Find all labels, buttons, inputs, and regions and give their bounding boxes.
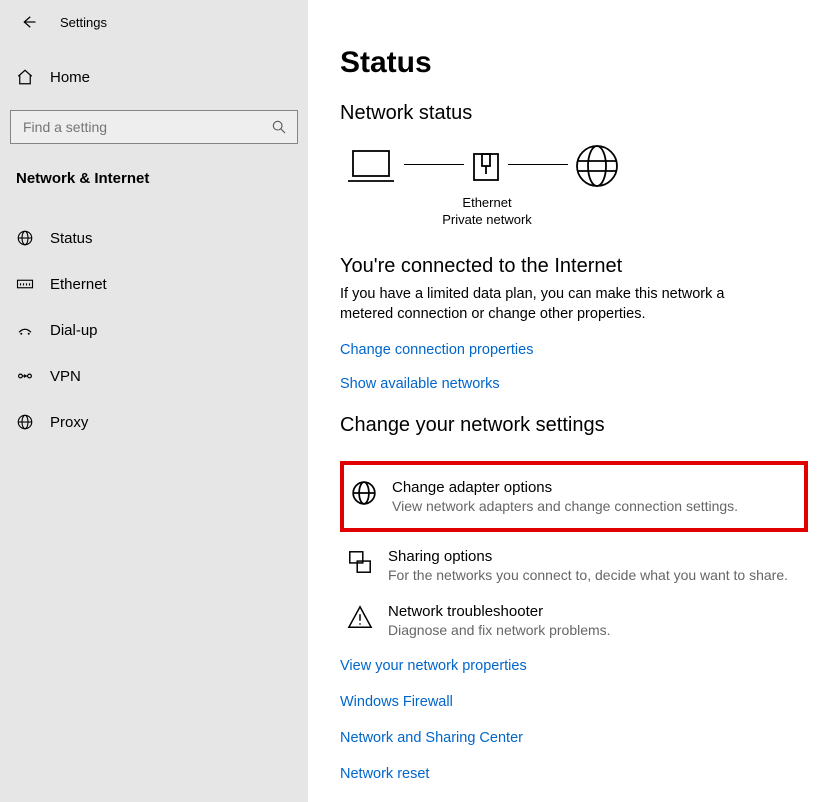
home-label: Home <box>50 69 90 86</box>
sidebar-item-label: Status <box>50 230 93 247</box>
setting-title: Change adapter options <box>392 479 738 496</box>
connected-desc: If you have a limited data plan, you can… <box>340 284 760 325</box>
connector-line <box>404 164 464 165</box>
sidebar-item-label: Proxy <box>50 414 88 431</box>
sidebar-item-label: VPN <box>50 368 81 385</box>
connected-title: You're connected to the Internet <box>340 255 808 278</box>
search-box[interactable] <box>10 110 298 144</box>
sidebar-home[interactable]: Home <box>0 58 308 96</box>
link-show-available-networks[interactable]: Show available networks <box>340 376 808 392</box>
search-icon <box>271 119 287 135</box>
search-input[interactable] <box>21 118 271 136</box>
link-view-network-properties[interactable]: View your network properties <box>340 658 808 674</box>
sidebar-item-ethernet[interactable]: Ethernet <box>0 261 308 307</box>
back-button[interactable] <box>14 8 42 36</box>
globe-icon <box>16 413 34 431</box>
sidebar-item-status[interactable]: Status <box>0 215 308 261</box>
network-diagram <box>344 143 808 189</box>
home-icon <box>16 68 34 86</box>
setting-title: Network troubleshooter <box>388 603 611 620</box>
sharing-icon <box>346 548 374 576</box>
link-windows-firewall[interactable]: Windows Firewall <box>340 694 808 710</box>
network-type: Private network <box>338 212 636 229</box>
bottom-links: View your network properties Windows Fir… <box>340 658 808 782</box>
sidebar-item-label: Ethernet <box>50 276 107 293</box>
connection-label: Ethernet <box>338 195 636 212</box>
app-title: Settings <box>60 15 107 30</box>
sidebar-nav: Status Ethernet Dial-up <box>0 215 308 445</box>
vpn-icon <box>16 367 34 385</box>
sidebar-item-dialup[interactable]: Dial-up <box>0 307 308 353</box>
change-settings-heading: Change your network settings <box>340 414 808 437</box>
page-title: Status <box>340 46 808 80</box>
globe-large-icon <box>574 143 620 189</box>
sidebar-item-label: Dial-up <box>50 322 98 339</box>
sidebar: Settings Home Network & Internet <box>0 0 308 802</box>
diagram-caption: Ethernet Private network <box>338 195 636 229</box>
setting-desc: View network adapters and change connect… <box>392 498 738 514</box>
connector-line <box>508 164 568 165</box>
dialup-icon <box>16 321 34 339</box>
setting-network-troubleshooter[interactable]: Network troubleshooter Diagnose and fix … <box>340 593 808 648</box>
setting-sharing-options[interactable]: Sharing options For the networks you con… <box>340 538 808 593</box>
setting-change-adapter-options[interactable]: Change adapter options View network adap… <box>340 461 808 532</box>
link-network-sharing-center[interactable]: Network and Sharing Center <box>340 730 808 746</box>
setting-desc: Diagnose and fix network problems. <box>388 622 611 638</box>
link-change-connection-properties[interactable]: Change connection properties <box>340 342 808 358</box>
router-icon <box>470 148 502 184</box>
sidebar-item-proxy[interactable]: Proxy <box>0 399 308 445</box>
ethernet-icon <box>16 275 34 293</box>
warning-icon <box>346 603 374 631</box>
status-heading: Network status <box>340 102 808 125</box>
titlebar: Settings <box>0 0 308 44</box>
sidebar-section-title: Network & Internet <box>0 170 308 187</box>
adapter-icon <box>350 479 378 507</box>
main-content: Status Network status Ethernet <box>308 0 838 802</box>
link-network-reset[interactable]: Network reset <box>340 766 808 782</box>
setting-title: Sharing options <box>388 548 788 565</box>
setting-desc: For the networks you connect to, decide … <box>388 567 788 583</box>
sidebar-item-vpn[interactable]: VPN <box>0 353 308 399</box>
laptop-icon <box>344 146 398 186</box>
globe-icon <box>16 229 34 247</box>
